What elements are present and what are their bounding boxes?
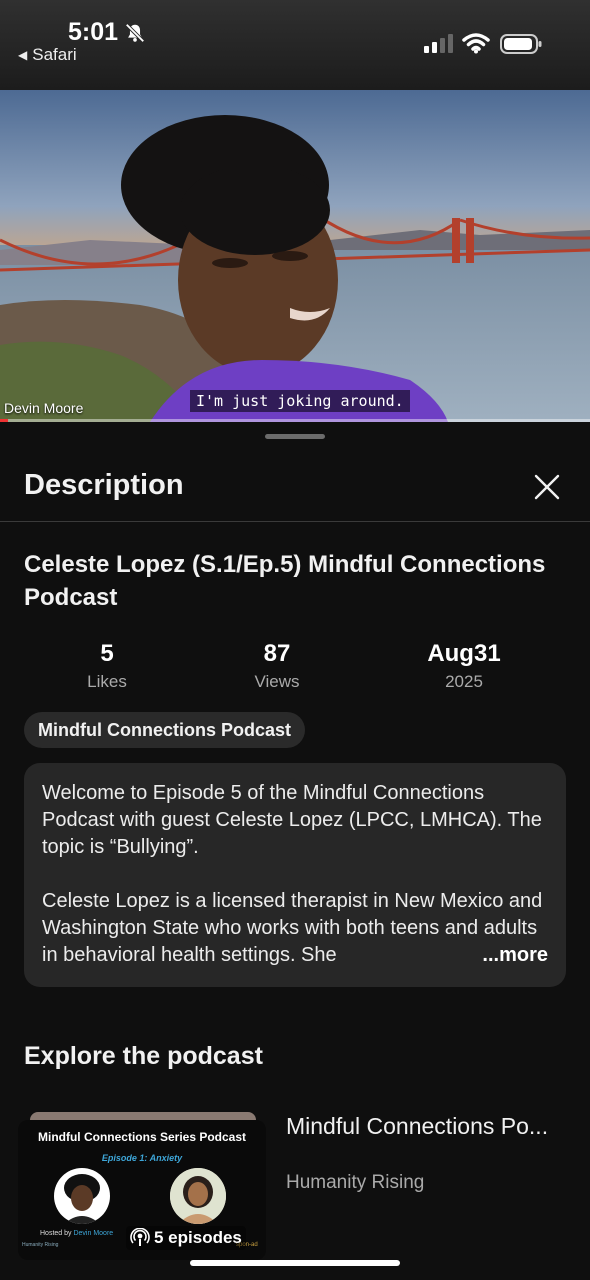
back-to-safari-button[interactable]: ◀ Safari: [18, 45, 77, 65]
views-label: Views: [254, 672, 300, 691]
drag-handle[interactable]: [265, 434, 325, 439]
bell-slash-icon: [125, 23, 145, 43]
wifi-icon: [462, 33, 490, 54]
close-icon[interactable]: [532, 472, 562, 502]
divider: [0, 521, 590, 522]
video-frame: [0, 90, 590, 422]
more-control[interactable]: ...more: [420, 941, 548, 969]
humanity-rising-logo: Humanity Rising: [22, 1242, 59, 1248]
video-caption: I'm just joking around.: [190, 390, 410, 412]
podcast-card[interactable]: Mindful Connections Series Podcast Episo…: [18, 1112, 578, 1272]
text-fade: [420, 941, 481, 969]
date-stat: Aug31 2025: [394, 640, 534, 692]
podcast-name[interactable]: Mindful Connections Po...: [286, 1112, 566, 1141]
episodes-badge: 5 episodes: [126, 1226, 246, 1250]
publish-year: 2025: [445, 672, 483, 691]
hosted-by: Hosted by Devin Moore: [40, 1230, 113, 1237]
cellular-signal-icon: [424, 34, 453, 53]
speaker-name: Devin Moore: [4, 400, 84, 416]
hosted-prefix: Hosted by: [40, 1230, 72, 1237]
likes-count: 5: [100, 640, 114, 667]
episodes-count: 5 episodes: [154, 1228, 242, 1247]
views-count: 87: [263, 640, 291, 667]
explore-heading: Explore the podcast: [24, 1042, 263, 1070]
likes-stat: 5 Likes: [37, 640, 177, 692]
thumbnail-episode: Episode 1: Anxiety: [101, 1153, 183, 1163]
back-label: Safari: [32, 45, 77, 64]
clock: 5:01: [68, 18, 119, 46]
podcast-thumbnail[interactable]: Mindful Connections Series Podcast Episo…: [18, 1120, 266, 1260]
podcast-chip[interactable]: Mindful Connections Podcast: [24, 712, 306, 748]
host-name: Devin Moore: [73, 1230, 114, 1237]
guest-avatar: [170, 1168, 226, 1224]
description-sheet: Description Celeste Lopez (S.1/Ep.5) Min…: [0, 422, 590, 1280]
description-paragraph: Welcome to Episode 5 of the Mindful Conn…: [42, 782, 542, 858]
likes-label: Likes: [87, 672, 127, 691]
thumbnail-title: Mindful Connections Series Podcast: [37, 1130, 247, 1144]
sheet-title: Description: [24, 469, 184, 501]
video-title: Celeste Lopez (S.1/Ep.5) Mindful Connect…: [24, 551, 546, 611]
video-player[interactable]: Devin Moore I'm just joking around.: [0, 90, 590, 422]
publish-date: Aug31: [427, 640, 501, 667]
status-bar: 5:01 ◀ Safari: [0, 0, 590, 90]
podcast-author[interactable]: Humanity Rising: [286, 1172, 424, 1194]
home-indicator[interactable]: [190, 1260, 400, 1266]
host-avatar: [54, 1168, 110, 1224]
battery-icon: [500, 34, 542, 54]
more-button[interactable]: ...more: [480, 941, 548, 969]
views-stat: 87 Views: [207, 640, 347, 692]
description-box[interactable]: Welcome to Episode 5 of the Mindful Conn…: [24, 763, 566, 987]
podcast-icon: [130, 1228, 150, 1246]
back-arrow-icon: ◀: [18, 48, 28, 62]
